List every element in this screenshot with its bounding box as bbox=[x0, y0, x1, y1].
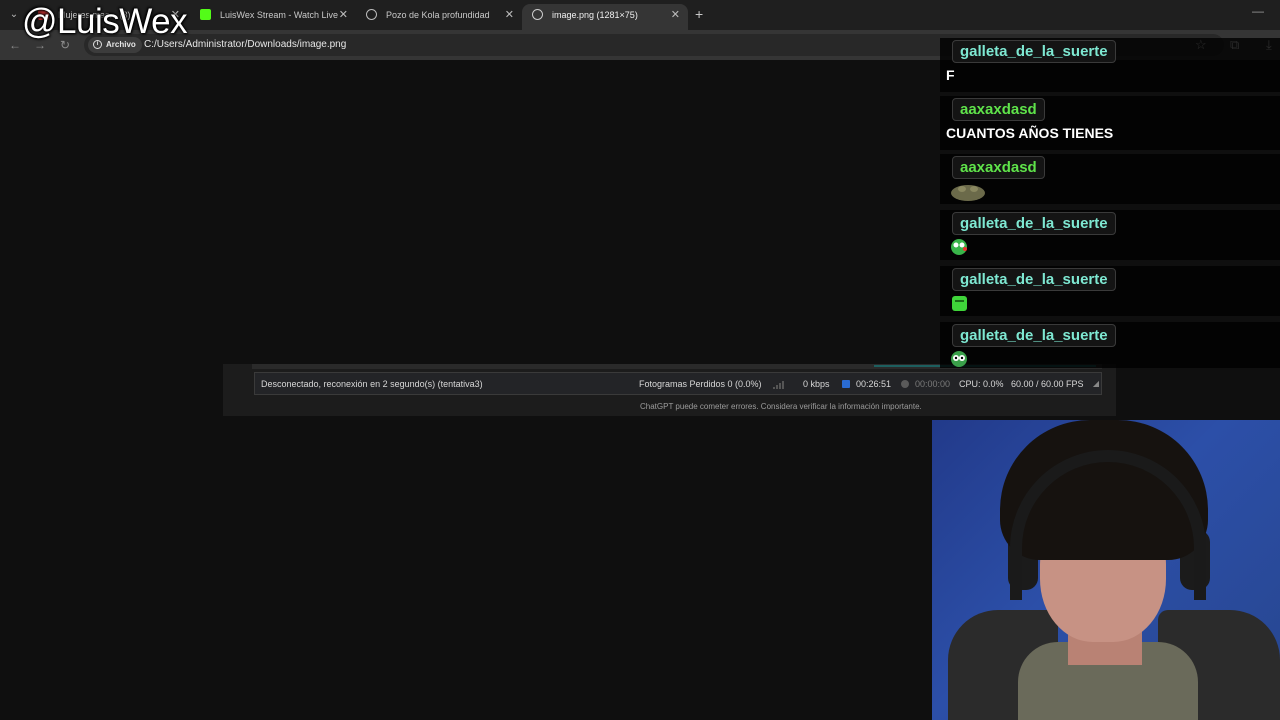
browser-tab-luiswex[interactable]: LuisWex Stream - Watch Live o ✕ bbox=[190, 4, 356, 30]
chat-text: F bbox=[946, 67, 955, 83]
minimize-icon[interactable]: — bbox=[1252, 4, 1264, 18]
pepe-clown-emote-icon bbox=[951, 239, 967, 255]
dropped-frames: Fotogramas Perdidos 0 (0.0%) bbox=[639, 379, 762, 389]
resize-grip-icon[interactable]: ◢ bbox=[1093, 373, 1099, 393]
kick-favicon-icon bbox=[200, 9, 211, 20]
chatgpt-favicon-icon bbox=[366, 9, 377, 20]
bitrate: 0 kbps bbox=[803, 379, 830, 389]
obs-status-bar: Desconectado, reconexión en 2 segundo(s)… bbox=[254, 372, 1102, 395]
stream-frame: ⌄ Mujeres mas... (3) ✕ LuisWex Stream - … bbox=[0, 0, 1280, 720]
clown-emote-icon bbox=[951, 351, 967, 367]
chat-username: galleta_de_la_suerte bbox=[952, 40, 1116, 63]
chat-username: galleta_de_la_suerte bbox=[952, 212, 1116, 235]
green-cup-emote-icon bbox=[952, 296, 967, 311]
globe-icon bbox=[532, 9, 543, 20]
close-tab-icon[interactable]: ✕ bbox=[505, 4, 514, 26]
record-time: 00:00:00 bbox=[915, 379, 951, 389]
record-icon bbox=[901, 380, 909, 388]
back-icon[interactable]: ← bbox=[7, 37, 23, 53]
chat-username: galleta_de_la_suerte bbox=[952, 268, 1116, 291]
tab-search-icon[interactable]: ⌄ bbox=[6, 7, 22, 23]
close-tab-icon[interactable]: ✕ bbox=[671, 4, 680, 26]
browser-tab-image[interactable]: image.png (1281×75) ✕ bbox=[522, 4, 688, 30]
chat-username: galleta_de_la_suerte bbox=[952, 324, 1116, 347]
stream-icon bbox=[842, 380, 850, 388]
cpu-usage: CPU: 0.0% bbox=[959, 379, 1004, 389]
webcam-feed bbox=[932, 420, 1280, 720]
chat-username: aaxaxdasd bbox=[952, 98, 1045, 121]
new-tab-button[interactable]: + bbox=[695, 6, 703, 22]
browser-tab-bar: ⌄ Mujeres mas... (3) ✕ LuisWex Stream - … bbox=[0, 0, 1280, 30]
chat-text: CUANTOS AÑOS TIENES bbox=[946, 125, 1114, 141]
close-tab-icon[interactable]: ✕ bbox=[339, 4, 348, 26]
fps-readout: 60.00 / 60.00 FPS bbox=[1011, 379, 1084, 389]
stream-time: 00:26:51 bbox=[856, 379, 892, 389]
connection-status: Desconectado, reconexión en 2 segundo(s)… bbox=[261, 379, 483, 389]
streamer-watermark: @LuisWex bbox=[22, 2, 188, 41]
chatgpt-disclaimer: ChatGPT puede cometer errores. Considera… bbox=[640, 402, 922, 411]
chat-username: aaxaxdasd bbox=[952, 156, 1045, 179]
signal-icon bbox=[773, 381, 785, 389]
browser-tab-pozo[interactable]: Pozo de Kola profundidad ✕ bbox=[356, 4, 522, 30]
frog-emote-icon bbox=[951, 185, 985, 201]
